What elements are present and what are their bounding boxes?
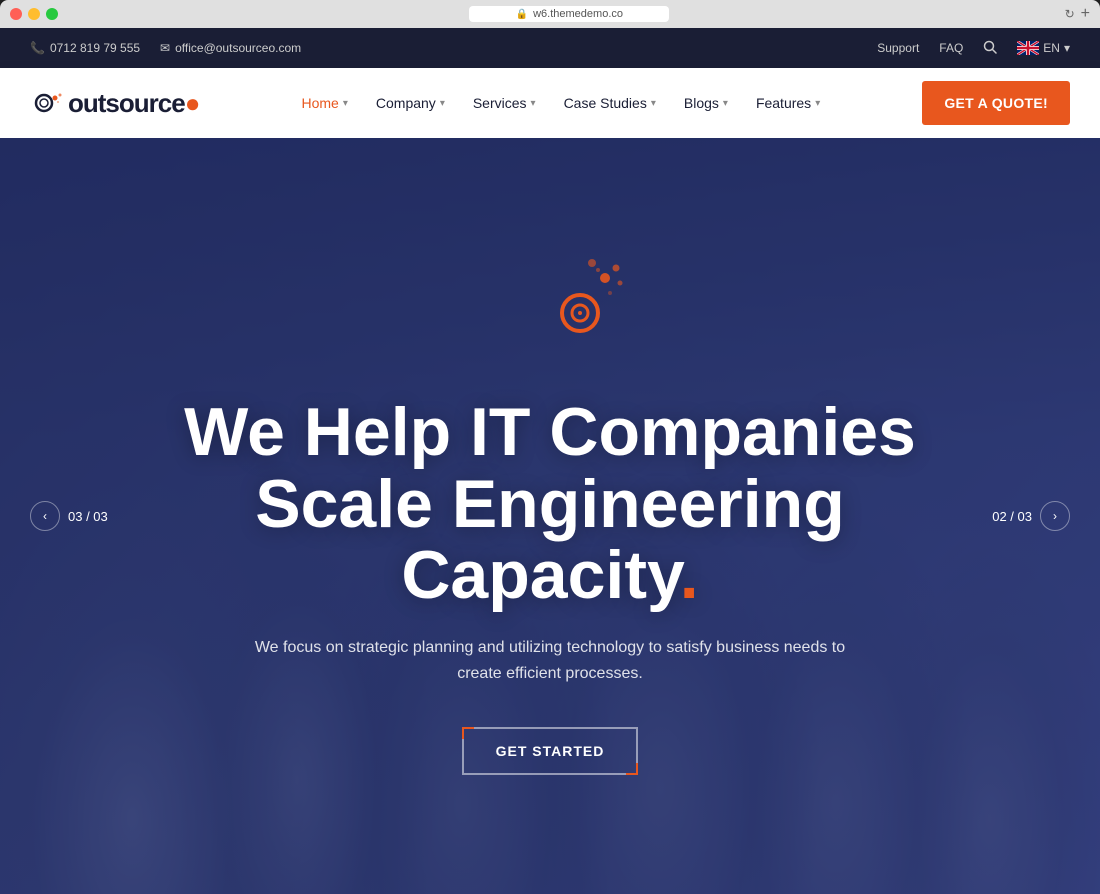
email-address: office@outsourceo.com	[175, 41, 301, 55]
next-arrow[interactable]: ›	[1040, 501, 1070, 531]
lock-icon: 🔒	[516, 9, 528, 20]
nav-company-label: Company	[376, 95, 436, 111]
new-tab-button[interactable]: +	[1081, 5, 1090, 23]
close-button[interactable]	[10, 8, 22, 20]
nav-home-chevron: ▾	[343, 98, 348, 109]
bracket-bottom-right	[626, 763, 638, 775]
slide-nav-right[interactable]: 02 / 03 ›	[992, 501, 1070, 531]
hero-content: We Help IT Companies Scale Engineering C…	[0, 138, 1100, 894]
get-started-label: Get Started	[496, 743, 605, 759]
nav-casestudies-chevron: ▾	[651, 98, 656, 109]
top-bar-left: 📞 0712 819 79 555 ✉ office@outsourceo.co…	[30, 41, 301, 55]
phone-item: 📞 0712 819 79 555	[30, 41, 140, 55]
language-selector[interactable]: EN ▾	[1017, 41, 1070, 55]
logo[interactable]: outsource●	[30, 85, 199, 121]
nav-item-blogs[interactable]: Blogs ▾	[684, 95, 728, 111]
uk-flag-icon	[1017, 41, 1039, 55]
phone-number: 0712 819 79 555	[50, 41, 140, 55]
window-chrome: 🔒 w6.themedemo.co ↻ +	[0, 0, 1100, 28]
lang-chevron: ▾	[1064, 41, 1070, 55]
nav-menu: Home ▾ Company ▾ Services ▾ Case Studies…	[302, 95, 821, 111]
hero-section: We Help IT Companies Scale Engineering C…	[0, 138, 1100, 894]
nav-features-label: Features	[756, 95, 811, 111]
logo-icon	[30, 85, 66, 121]
hero-subtitle: We focus on strategic planning and utili…	[250, 635, 850, 686]
nav-item-case-studies[interactable]: Case Studies ▾	[564, 95, 656, 111]
get-quote-button[interactable]: Get A Quote!	[922, 81, 1070, 125]
slide-nav-left[interactable]: ‹ 03 / 03	[30, 501, 108, 531]
email-icon: ✉	[160, 41, 170, 55]
nav-casestudies-label: Case Studies	[564, 95, 647, 111]
slide-counter-right: 02 / 03	[992, 509, 1032, 524]
get-started-button[interactable]: Get Started	[462, 727, 639, 775]
hero-title: We Help IT Companies Scale Engineering C…	[184, 397, 916, 611]
minimize-button[interactable]	[28, 8, 40, 20]
search-button[interactable]	[983, 40, 997, 57]
lang-text: EN	[1043, 41, 1060, 55]
hero-title-line3: Capacity	[401, 537, 679, 613]
prev-arrow[interactable]: ‹	[30, 501, 60, 531]
nav-item-features[interactable]: Features ▾	[756, 95, 820, 111]
phone-icon: 📞	[30, 41, 45, 55]
hero-title-line2: Scale Engineering	[255, 466, 845, 542]
nav-services-chevron: ▾	[531, 98, 536, 109]
hero-title-dot: .	[680, 537, 699, 613]
nav-item-company[interactable]: Company ▾	[376, 95, 445, 111]
nav-item-services[interactable]: Services ▾	[473, 95, 536, 111]
slide-counter-left: 03 / 03	[68, 509, 108, 524]
hero-title-line1: We Help IT Companies	[184, 394, 916, 470]
logo-brand-text: outsource●	[68, 88, 199, 119]
main-nav: outsource● Home ▾ Company ▾ Services ▾ C…	[0, 68, 1100, 138]
top-bar-right: Support FAQ EN ▾	[877, 40, 1070, 57]
nav-home-label: Home	[302, 95, 339, 111]
support-link[interactable]: Support	[877, 41, 919, 55]
url-text: w6.themedemo.co	[533, 8, 623, 20]
maximize-button[interactable]	[46, 8, 58, 20]
nav-blogs-label: Blogs	[684, 95, 719, 111]
email-item: ✉ office@outsourceo.com	[160, 41, 301, 55]
nav-features-chevron: ▾	[815, 98, 820, 109]
nav-blogs-chevron: ▾	[723, 98, 728, 109]
nav-services-label: Services	[473, 95, 527, 111]
top-bar: 📞 0712 819 79 555 ✉ office@outsourceo.co…	[0, 28, 1100, 68]
faq-link[interactable]: FAQ	[939, 41, 963, 55]
nav-item-home[interactable]: Home ▾	[302, 95, 348, 111]
search-icon	[983, 40, 997, 54]
address-bar: 🔒 w6.themedemo.co ↻	[64, 6, 1075, 22]
bracket-top-left	[462, 727, 474, 739]
nav-company-chevron: ▾	[440, 98, 445, 109]
refresh-button[interactable]: ↻	[1065, 7, 1075, 21]
